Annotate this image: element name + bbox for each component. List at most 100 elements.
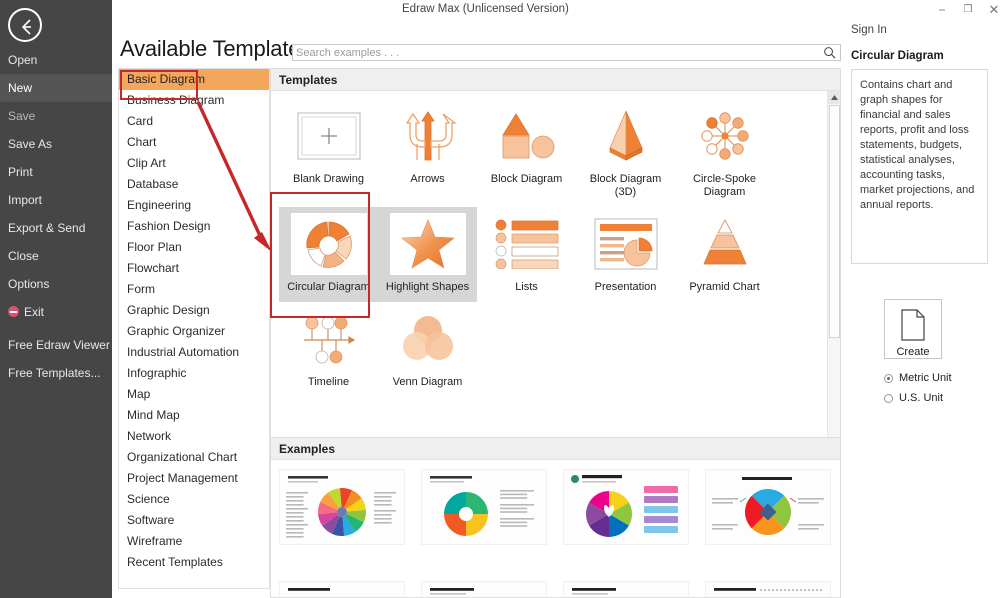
template-lists[interactable]: Lists — [477, 207, 576, 302]
search-box[interactable] — [292, 44, 841, 61]
unit-option-metric[interactable]: Metric Unit — [884, 372, 952, 384]
template-pyramid-chart[interactable]: Pyramid Chart — [675, 207, 774, 302]
template-label: Arrows — [410, 173, 445, 185]
template-blank-drawing[interactable]: Blank Drawing — [279, 99, 378, 207]
templates-row-1: Blank Drawing Arrows Block Diagram Block… — [279, 99, 840, 207]
template-arrows[interactable]: Arrows — [378, 99, 477, 207]
category-item-software[interactable]: Software — [119, 510, 269, 531]
menu-item-free-templates[interactable]: Free Templates... — [0, 359, 112, 387]
example-thumbnail[interactable] — [705, 581, 831, 597]
template-timeline[interactable]: Timeline — [279, 302, 378, 397]
menu-item-label: Close — [8, 249, 39, 263]
menu-item-close[interactable]: Close — [0, 242, 112, 270]
menu-item-save-as[interactable]: Save As — [0, 130, 112, 158]
category-item-science[interactable]: Science — [119, 489, 269, 510]
menu-item-label: Print — [8, 165, 33, 179]
category-item-label: Basic Diagram — [127, 72, 206, 86]
template-label: Lists — [515, 281, 538, 293]
example-thumbnail[interactable] — [705, 469, 831, 545]
category-item-card[interactable]: Card — [119, 111, 269, 132]
close-button[interactable]: ✕ — [981, 0, 1000, 20]
menu-item-options[interactable]: Options — [0, 270, 112, 298]
category-item-organizational-chart[interactable]: Organizational Chart — [119, 447, 269, 468]
search-icon[interactable] — [823, 46, 836, 59]
category-item-wireframe[interactable]: Wireframe — [119, 531, 269, 552]
category-item-label: Fashion Design — [127, 219, 211, 233]
sign-in-link[interactable]: Sign In — [851, 24, 887, 36]
category-item-fashion-design[interactable]: Fashion Design — [119, 216, 269, 237]
template-label: Venn Diagram — [392, 376, 463, 388]
menu-item-exit[interactable]: Exit — [0, 298, 112, 326]
category-item-label: Engineering — [127, 198, 192, 212]
arrows-icon — [390, 105, 466, 167]
category-item-label: Network — [127, 429, 172, 443]
minimize-button[interactable]: − — [929, 0, 955, 20]
menu-item-free-edraw-viewer[interactable]: Free Edraw Viewer — [0, 331, 112, 359]
template-label: Presentation — [594, 281, 657, 293]
menu-item-save[interactable]: Save — [0, 102, 112, 130]
category-item-label: Software — [127, 513, 175, 527]
scrollbar-thumb[interactable] — [829, 105, 840, 338]
back-button[interactable] — [8, 8, 42, 42]
menu-item-print[interactable]: Print — [0, 158, 112, 186]
template-circle-spoke-diagram[interactable]: Circle-Spoke Diagram — [675, 99, 774, 207]
star-icon — [389, 213, 466, 275]
menu-item-label: Free Templates... — [8, 366, 101, 380]
menu-item-export-and-send[interactable]: Export & Send — [0, 214, 112, 242]
radio-icon-metric[interactable] — [884, 373, 893, 383]
category-item-graphic-organizer[interactable]: Graphic Organizer — [119, 321, 269, 342]
category-item-basic-diagram[interactable]: Basic Diagram — [119, 69, 269, 90]
menu-item-open[interactable]: Open — [0, 46, 112, 74]
menu-item-label: New — [8, 81, 33, 95]
templates-scrollbar[interactable] — [827, 91, 840, 437]
category-item-graphic-design[interactable]: Graphic Design — [119, 300, 269, 321]
category-item-floor-plan[interactable]: Floor Plan — [119, 237, 269, 258]
category-item-infographic[interactable]: Infographic — [119, 363, 269, 384]
unit-option-us[interactable]: U.S. Unit — [884, 392, 943, 404]
template-label: Blank Drawing — [293, 173, 364, 185]
category-item-engineering[interactable]: Engineering — [119, 195, 269, 216]
templates-panel: Templates Blank Drawing Arrows Block Dia… — [270, 68, 841, 438]
menu-item-new[interactable]: New — [0, 74, 112, 102]
category-item-label: Science — [127, 492, 170, 506]
category-item-label: Graphic Design — [127, 303, 210, 317]
category-item-business-diagram[interactable]: Business Diagram — [119, 90, 269, 111]
create-button[interactable]: Create — [884, 299, 942, 359]
template-block-diagram[interactable]: Block Diagram — [477, 99, 576, 207]
template-highlight-shapes[interactable]: Highlight Shapes — [378, 207, 477, 302]
example-thumbnail[interactable] — [279, 469, 405, 545]
example-thumbnail[interactable] — [421, 469, 547, 545]
template-venn-diagram[interactable]: Venn Diagram — [378, 302, 477, 397]
menu-item-label: Exit — [24, 305, 45, 319]
template-presentation[interactable]: Presentation — [576, 207, 675, 302]
search-input[interactable] — [296, 45, 811, 60]
category-item-mind-map[interactable]: Mind Map — [119, 405, 269, 426]
category-item-clip-art[interactable]: Clip Art — [119, 153, 269, 174]
example-thumbnail[interactable] — [563, 469, 689, 545]
category-list-panel: Basic Diagram Business Diagram Card Chart Cl… — [118, 68, 270, 589]
menu-item-label: Options — [8, 277, 50, 291]
template-block-diagram-3d[interactable]: Block Diagram (3D) — [576, 99, 675, 207]
category-item-network[interactable]: Network — [119, 426, 269, 447]
category-item-form[interactable]: Form — [119, 279, 269, 300]
template-circular-diagram[interactable]: Circular Diagram — [279, 207, 378, 302]
example-thumbnail[interactable] — [421, 581, 547, 597]
category-item-database[interactable]: Database — [119, 174, 269, 195]
timeline-icon — [291, 308, 367, 370]
pyramid-icon — [687, 213, 763, 275]
maximize-restore-button[interactable]: ❐ — [955, 0, 981, 20]
category-item-map[interactable]: Map — [119, 384, 269, 405]
new-document-icon — [901, 309, 925, 341]
scroll-up-arrow-icon[interactable] — [828, 91, 840, 104]
category-item-project-management[interactable]: Project Management — [119, 468, 269, 489]
example-thumbnail[interactable] — [279, 581, 405, 597]
category-item-industrial-automation[interactable]: Industrial Automation — [119, 342, 269, 363]
category-item-flowchart[interactable]: Flowchart — [119, 258, 269, 279]
menu-item-import[interactable]: Import — [0, 186, 112, 214]
radio-icon-us[interactable] — [884, 393, 893, 403]
example-thumbnail[interactable] — [563, 581, 689, 597]
category-item-chart[interactable]: Chart — [119, 132, 269, 153]
create-button-label: Create — [896, 346, 930, 358]
category-item-recent-templates[interactable]: Recent Templates — [119, 552, 269, 573]
detail-panel: Circular Diagram Contains chart and grap… — [851, 50, 991, 404]
